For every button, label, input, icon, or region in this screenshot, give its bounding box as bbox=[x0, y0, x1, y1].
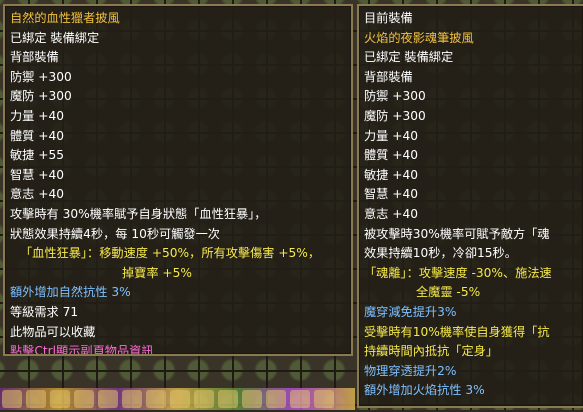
bind-status: 已綁定 裝備綁定 bbox=[364, 50, 454, 65]
hotbar-slot[interactable] bbox=[50, 390, 70, 408]
stat-line: 意志 +40 bbox=[10, 187, 64, 202]
bonus-line: 物理穿透提升2% bbox=[364, 363, 457, 378]
stat-line: 防禦 +300 bbox=[10, 69, 72, 84]
hotbar-slot[interactable] bbox=[194, 390, 214, 408]
bonus-line: 額外增加火焰抗性 3% bbox=[364, 383, 485, 398]
hotbar-slot[interactable] bbox=[26, 390, 46, 408]
stat-line: 敏捷 +55 bbox=[10, 148, 64, 163]
ctrl-hint: 點擊Ctrl顯示副頁物品資訊 bbox=[10, 344, 154, 356]
equipped-item-tooltip: 目前裝備 火焰的夜影魂筆披風 已綁定 裝備綁定 背部裝備 防禦 +300 魔防 … bbox=[357, 4, 583, 408]
item-title: 火焰的夜影魂筆披風 bbox=[364, 30, 474, 45]
hotbar-slot[interactable] bbox=[218, 390, 238, 408]
level-requirement: 等級需求 71 bbox=[10, 304, 79, 319]
buff-description: 掉寶率 +5% bbox=[122, 265, 192, 280]
skill-hotbar[interactable] bbox=[0, 388, 355, 410]
collectible-note: 此物品可以收藏 bbox=[10, 324, 96, 339]
stat-line: 智慧 +40 bbox=[364, 187, 418, 202]
effect-description: 攻擊時有 30%機率賦予自身狀態「血性狂暴」， bbox=[10, 206, 267, 221]
stat-line: 敏捷 +40 bbox=[364, 167, 418, 182]
item-title: 自然的血性獵者披風 bbox=[10, 11, 120, 25]
hotbar-slot[interactable] bbox=[290, 390, 310, 408]
hotbar-slot[interactable] bbox=[314, 390, 334, 408]
hotbar-slot[interactable] bbox=[98, 390, 118, 408]
hovered-item-tooltip: 自然的血性獵者披風 已綁定 裝備綁定 背部裝備 防禦 +300 魔防 +300 … bbox=[3, 4, 353, 356]
hotbar-slot[interactable] bbox=[122, 390, 142, 408]
stat-line: 防禦 +300 bbox=[364, 89, 426, 104]
debuff-description: 全魔靈 -5% bbox=[416, 285, 481, 300]
hotbar-slot[interactable] bbox=[2, 390, 22, 408]
stat-line: 力量 +40 bbox=[10, 108, 64, 123]
effect-description: 受擊時有10%機率使自身獲得「抗 bbox=[364, 324, 550, 339]
hotbar-slot[interactable] bbox=[170, 390, 190, 408]
stat-line: 魔防 +300 bbox=[10, 89, 72, 104]
effect-description: 被攻擊時30%機率可賦予敵方「魂 bbox=[364, 226, 550, 241]
bonus-line: 魔穿減免提升3% bbox=[364, 304, 457, 319]
hotbar-slot[interactable] bbox=[146, 390, 166, 408]
bonus-resist: 額外增加自然抗性 3% bbox=[10, 285, 131, 300]
effect-description: 持續時間內抵抗「定身」 bbox=[364, 344, 499, 359]
effect-description: 狀態效果持續4秒，每 10秒可觸發一次 bbox=[10, 226, 220, 241]
hotbar-slot[interactable] bbox=[242, 390, 262, 408]
equip-slot: 背部裝備 bbox=[364, 69, 413, 84]
hotbar-slot[interactable] bbox=[266, 390, 286, 408]
bind-status: 已綁定 裝備綁定 bbox=[10, 30, 100, 45]
effect-description: 效果持續10秒，冷卻15秒。 bbox=[364, 246, 517, 261]
stat-line: 體質 +40 bbox=[364, 148, 418, 163]
stat-line: 智慧 +40 bbox=[10, 167, 64, 182]
stat-line: 意志 +40 bbox=[364, 206, 418, 221]
stat-line: 魔防 +300 bbox=[364, 108, 426, 123]
stat-line: 力量 +40 bbox=[364, 128, 418, 143]
buff-description: 「血性狂暴」：移動速度 +50%，所有攻擊傷害 +5%， bbox=[20, 246, 321, 261]
equip-slot: 背部裝備 bbox=[10, 50, 59, 65]
tooltip-header: 目前裝備 bbox=[364, 11, 413, 25]
stat-line: 體質 +40 bbox=[10, 128, 64, 143]
debuff-description: 「魂離」：攻擊速度 -30%、施法速 bbox=[364, 265, 552, 280]
hotbar-slot[interactable] bbox=[74, 390, 94, 408]
